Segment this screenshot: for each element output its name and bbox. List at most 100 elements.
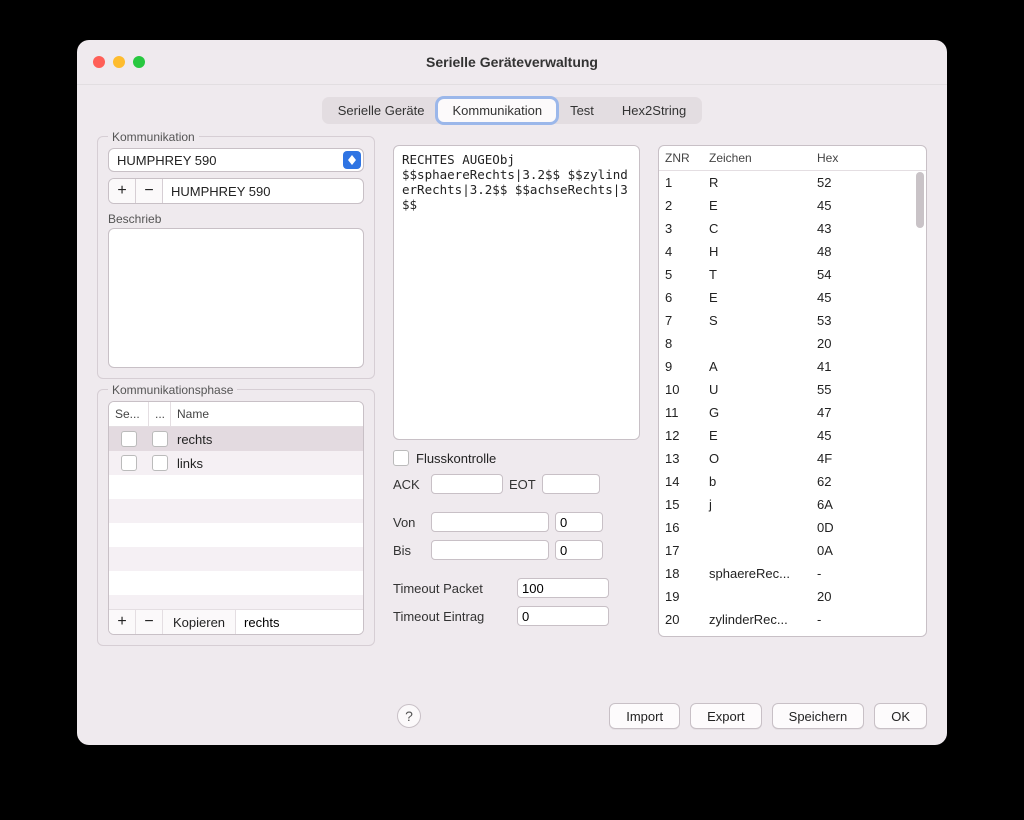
add-phase-button[interactable]: + — [109, 610, 136, 634]
cell-znr: 7 — [659, 313, 703, 328]
help-button[interactable]: ? — [397, 704, 421, 728]
table-row[interactable]: 1R52 — [659, 171, 926, 194]
add-device-button[interactable]: + — [109, 179, 136, 203]
tab-serial-devices[interactable]: Serielle Geräte — [324, 99, 439, 122]
eot-label: EOT — [509, 477, 536, 492]
phase-row-check2[interactable] — [152, 455, 168, 471]
cell-hex: 54 — [811, 267, 865, 282]
table-row[interactable]: 1920 — [659, 585, 926, 608]
phase-hdr-name[interactable]: Name — [171, 402, 363, 426]
timeout-eintrag-input[interactable] — [517, 606, 609, 626]
cell-hex: 0D — [811, 520, 865, 535]
phase-row[interactable]: links — [109, 451, 363, 475]
phase-hdr-dots[interactable]: ... — [149, 402, 171, 426]
von-row: Von — [393, 512, 640, 532]
device-inline-name: HUMPHREY 590 — [163, 179, 363, 203]
cell-hex: 45 — [811, 428, 865, 443]
export-button[interactable]: Export — [690, 703, 762, 729]
scrollbar-thumb[interactable] — [916, 172, 924, 228]
minimize-icon[interactable] — [113, 56, 125, 68]
phase-row-check1[interactable] — [121, 455, 137, 471]
hex-table-body: 1R522E453C434H485T546E457S538209A4110U55… — [659, 171, 926, 633]
cell-zeichen: sphaereRec... — [703, 566, 811, 581]
timeout-eintrag-row: Timeout Eintrag — [393, 606, 640, 626]
table-row[interactable]: 6E45 — [659, 286, 926, 309]
traffic-lights — [93, 56, 145, 68]
cell-hex: 20 — [811, 336, 865, 351]
table-row[interactable]: 2E45 — [659, 194, 926, 217]
table-row[interactable]: 10U55 — [659, 378, 926, 401]
table-row[interactable]: 20zylinderRec...- — [659, 608, 926, 631]
tab-hex2string[interactable]: Hex2String — [608, 99, 700, 122]
timeout-packet-label: Timeout Packet — [393, 581, 511, 596]
cell-zeichen: zylinderRec... — [703, 612, 811, 627]
phase-hdr-se[interactable]: Se... — [109, 402, 149, 426]
phase-row-check2[interactable] — [152, 431, 168, 447]
save-button[interactable]: Speichern — [772, 703, 865, 729]
table-row[interactable]: 170A — [659, 539, 926, 562]
remove-device-button[interactable]: − — [136, 179, 163, 203]
table-row[interactable]: 4H48 — [659, 240, 926, 263]
cell-znr: 8 — [659, 336, 703, 351]
phase-list-body: rechtslinks — [109, 427, 363, 609]
code-textarea[interactable]: RECHTES AUGEObj $$sphaereRechts|3.2$$ $$… — [393, 145, 640, 440]
table-row[interactable]: 9A41 — [659, 355, 926, 378]
window: Serielle Geräteverwaltung Serielle Gerät… — [77, 40, 947, 745]
von-a-input[interactable] — [431, 512, 549, 532]
copy-phase-field[interactable] — [236, 610, 363, 634]
close-icon[interactable] — [93, 56, 105, 68]
cell-hex: 20 — [811, 589, 865, 604]
table-row[interactable]: 7S53 — [659, 309, 926, 332]
cell-znr: 4 — [659, 244, 703, 259]
device-combo[interactable]: HUMPHREY 590 — [108, 148, 364, 172]
cell-znr: 1 — [659, 175, 703, 190]
flusskontrolle-checkbox[interactable] — [393, 450, 409, 466]
table-row[interactable]: 16 0D — [659, 516, 926, 539]
phase-list: Se... ... Name rechtslinks + − Kopieren — [108, 401, 364, 635]
cell-znr: 18 — [659, 566, 703, 581]
cell-znr: 19 — [659, 589, 703, 604]
eot-input[interactable] — [542, 474, 600, 494]
cell-znr: 16 — [659, 520, 703, 535]
hdr-hex[interactable]: Hex — [811, 151, 865, 165]
table-row[interactable]: 5T54 — [659, 263, 926, 286]
table-row[interactable]: 8 20 — [659, 332, 926, 355]
copy-phase-button[interactable]: Kopieren — [163, 610, 236, 634]
bis-a-input[interactable] — [431, 540, 549, 560]
tab-test[interactable]: Test — [556, 99, 608, 122]
cell-hex: - — [811, 612, 865, 627]
cell-zeichen: b — [703, 474, 811, 489]
phase-row[interactable]: rechts — [109, 427, 363, 451]
footer: ? Import Export Speichern OK — [97, 703, 927, 729]
cell-zeichen: G — [703, 405, 811, 420]
import-button[interactable]: Import — [609, 703, 680, 729]
cell-znr: 6 — [659, 290, 703, 305]
cell-zeichen: E — [703, 198, 811, 213]
table-row[interactable]: 11G47 — [659, 401, 926, 424]
table-row[interactable]: 3C43 — [659, 217, 926, 240]
table-row[interactable]: 13O4F — [659, 447, 926, 470]
device-add-remove-row: + − HUMPHREY 590 — [108, 178, 364, 204]
cell-znr: 13 — [659, 451, 703, 466]
tab-communication[interactable]: Kommunikation — [438, 99, 556, 122]
table-row[interactable]: 15j6A — [659, 493, 926, 516]
phase-row-check1[interactable] — [121, 431, 137, 447]
zoom-icon[interactable] — [133, 56, 145, 68]
table-row[interactable]: 14b62 — [659, 470, 926, 493]
table-row[interactable]: 18sphaereRec...- — [659, 562, 926, 585]
table-row[interactable]: 12E45 — [659, 424, 926, 447]
cell-znr: 5 — [659, 267, 703, 282]
hdr-zeichen[interactable]: Zeichen — [703, 151, 811, 165]
timeout-packet-input[interactable] — [517, 578, 609, 598]
cell-zeichen: S — [703, 313, 811, 328]
hdr-znr[interactable]: ZNR — [659, 151, 703, 165]
cell-zeichen: H — [703, 244, 811, 259]
remove-phase-button[interactable]: − — [136, 610, 163, 634]
von-b-input[interactable] — [555, 512, 603, 532]
bis-b-input[interactable] — [555, 540, 603, 560]
tab-segment: Serielle Geräte Kommunikation Test Hex2S… — [322, 97, 702, 124]
table-scrollbar[interactable] — [916, 172, 924, 632]
beschrieb-textarea[interactable] — [108, 228, 364, 368]
ok-button[interactable]: OK — [874, 703, 927, 729]
ack-input[interactable] — [431, 474, 503, 494]
